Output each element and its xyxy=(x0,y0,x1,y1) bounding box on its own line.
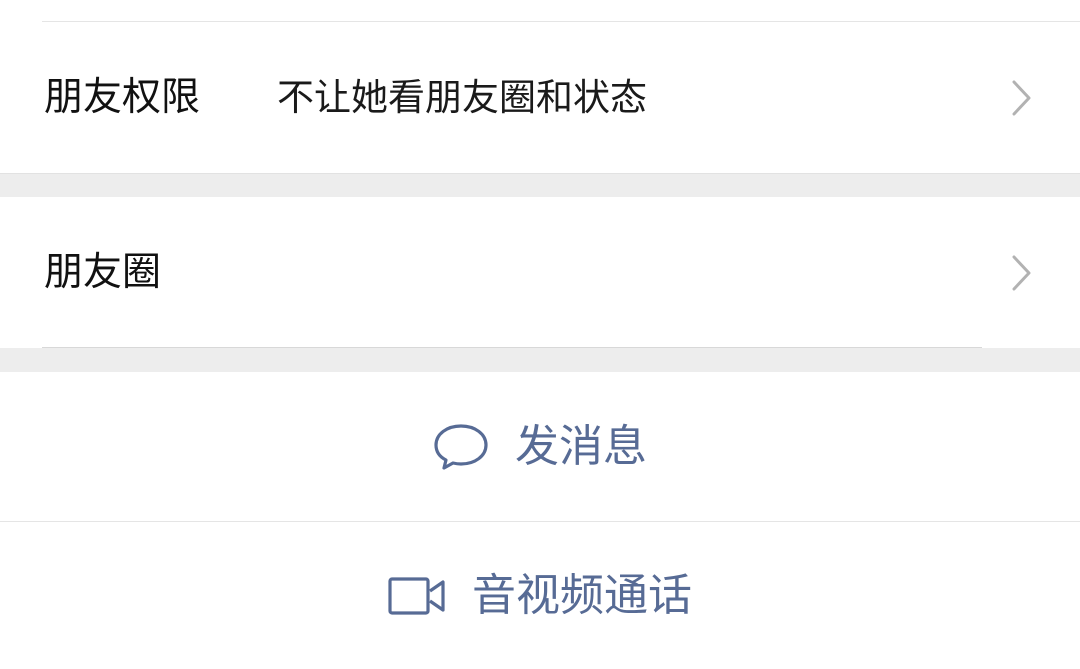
video-call-label: 音视频通话 xyxy=(472,569,692,621)
moments-label: 朋友圈 xyxy=(44,250,162,295)
friend-permissions-value: 不让她看朋友圈和状态 xyxy=(277,76,647,119)
video-call-button[interactable]: 音视频通话 xyxy=(0,522,1080,669)
section-gap xyxy=(0,348,1080,372)
video-camera-icon xyxy=(388,576,445,615)
chevron-right-icon xyxy=(1012,80,1031,115)
friend-permissions-row[interactable]: 朋友权限 不让她看朋友圈和状态 xyxy=(0,22,1080,173)
friend-permissions-label: 朋友权限 xyxy=(44,75,201,120)
moments-row[interactable]: 朋友圈 xyxy=(0,197,1080,348)
section-gap xyxy=(0,173,1080,197)
send-message-label: 发消息 xyxy=(515,421,647,472)
chat-bubble-icon xyxy=(434,424,488,470)
chevron-right-icon xyxy=(1012,255,1031,290)
send-message-button[interactable]: 发消息 xyxy=(0,372,1080,522)
